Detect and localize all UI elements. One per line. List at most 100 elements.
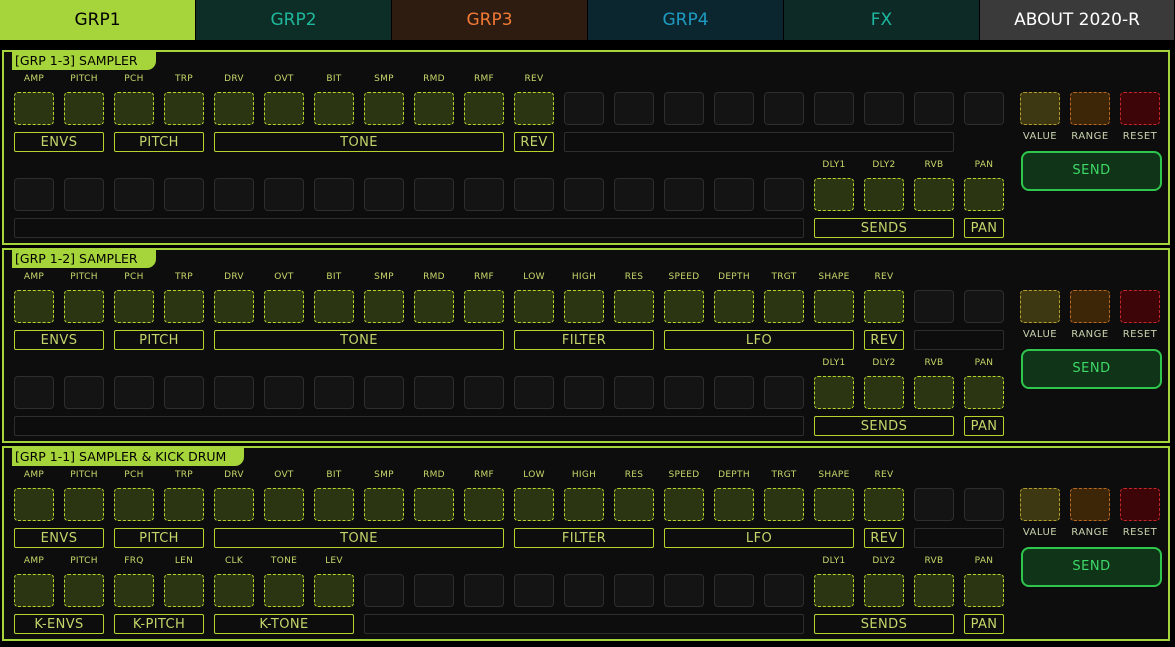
knob-amp[interactable] xyxy=(14,488,54,521)
knob-tone[interactable] xyxy=(264,574,304,607)
knob-pch[interactable] xyxy=(114,488,154,521)
knob-rvb[interactable] xyxy=(914,178,954,211)
knob-pan[interactable] xyxy=(964,574,1004,607)
knob-smp[interactable] xyxy=(364,488,404,521)
knob-smp[interactable] xyxy=(364,92,404,125)
range-button[interactable] xyxy=(1070,290,1110,323)
knob-label-dly1: DLY1 xyxy=(822,556,846,566)
send-button[interactable]: SEND xyxy=(1021,547,1162,587)
knob-trgt[interactable] xyxy=(764,290,804,323)
reset-button[interactable] xyxy=(1120,488,1160,521)
knob-rvb[interactable] xyxy=(914,376,954,409)
knob-dly1[interactable] xyxy=(814,574,854,607)
value-button[interactable] xyxy=(1020,488,1060,521)
knob-low[interactable] xyxy=(514,290,554,323)
send-button[interactable]: SEND xyxy=(1021,151,1162,191)
knob-high[interactable] xyxy=(564,290,604,323)
group-label-tone: TONE xyxy=(214,330,504,350)
knob-trp[interactable] xyxy=(164,290,204,323)
tab-grp1[interactable]: GRP1 xyxy=(0,0,195,40)
knob-shape[interactable] xyxy=(814,488,854,521)
knob-amp[interactable] xyxy=(14,92,54,125)
tab-grp2[interactable]: GRP2 xyxy=(196,0,391,40)
knob-pan[interactable] xyxy=(964,376,1004,409)
knob-bit[interactable] xyxy=(314,488,354,521)
reset-button[interactable] xyxy=(1120,92,1160,125)
knob-rmd[interactable] xyxy=(414,92,454,125)
value-button[interactable] xyxy=(1020,92,1060,125)
knob-empty xyxy=(314,376,354,409)
knob-ovt[interactable] xyxy=(264,92,304,125)
knob-drv[interactable] xyxy=(214,488,254,521)
knob-drv[interactable] xyxy=(214,92,254,125)
knob-bit[interactable] xyxy=(314,290,354,323)
group-label-pan: PAN xyxy=(964,416,1004,436)
knob-label-pch: PCH xyxy=(124,272,144,282)
knob-depth[interactable] xyxy=(714,290,754,323)
knob-clk[interactable] xyxy=(214,574,254,607)
group-label-rev: REV xyxy=(514,132,554,152)
knob-rmf[interactable] xyxy=(464,488,504,521)
knob-lev[interactable] xyxy=(314,574,354,607)
knob-depth[interactable] xyxy=(714,488,754,521)
knob-rmf[interactable] xyxy=(464,92,504,125)
knob-label-trp: TRP xyxy=(174,272,194,282)
knob-res[interactable] xyxy=(614,290,654,323)
knob-drv[interactable] xyxy=(214,290,254,323)
send-button[interactable]: SEND xyxy=(1021,349,1162,389)
knob-empty xyxy=(214,376,254,409)
knob-pitch[interactable] xyxy=(64,290,104,323)
knob-trp[interactable] xyxy=(164,488,204,521)
reset-button[interactable] xyxy=(1120,290,1160,323)
knob-amp[interactable] xyxy=(14,290,54,323)
range-button[interactable] xyxy=(1070,488,1110,521)
group-label-envs: ENVS xyxy=(14,132,104,152)
knob-dly1[interactable] xyxy=(814,178,854,211)
knob-speed[interactable] xyxy=(664,488,704,521)
knob-rvb[interactable] xyxy=(914,574,954,607)
knob-label-rmd: RMD xyxy=(423,74,445,84)
knob-empty xyxy=(764,376,804,409)
knob-res[interactable] xyxy=(614,488,654,521)
tab-fx[interactable]: FX xyxy=(784,0,979,40)
knob-pch[interactable] xyxy=(114,290,154,323)
tab-grp3[interactable]: GRP3 xyxy=(392,0,587,40)
knob-label-clk: CLK xyxy=(224,556,244,566)
knob-rmf[interactable] xyxy=(464,290,504,323)
knob-label-speed: SPEED xyxy=(668,272,700,282)
tab-grp4[interactable]: GRP4 xyxy=(588,0,783,40)
knob-rmd[interactable] xyxy=(414,488,454,521)
knob-label-amp: AMP xyxy=(23,272,45,282)
knob-rev[interactable] xyxy=(864,488,904,521)
knob-dly2[interactable] xyxy=(864,178,904,211)
tab-about-2020-r[interactable]: ABOUT 2020-R xyxy=(980,0,1174,40)
knob-dly1[interactable] xyxy=(814,376,854,409)
knob-bit[interactable] xyxy=(314,92,354,125)
knob-rev[interactable] xyxy=(864,290,904,323)
knob-frq[interactable] xyxy=(114,574,154,607)
knob-pch[interactable] xyxy=(114,92,154,125)
knob-ovt[interactable] xyxy=(264,488,304,521)
value-button[interactable] xyxy=(1020,290,1060,323)
knob-smp[interactable] xyxy=(364,290,404,323)
knob-rev[interactable] xyxy=(514,92,554,125)
knob-shape[interactable] xyxy=(814,290,854,323)
range-button[interactable] xyxy=(1070,92,1110,125)
knob-amp[interactable] xyxy=(14,574,54,607)
knob-trgt[interactable] xyxy=(764,488,804,521)
knob-len[interactable] xyxy=(164,574,204,607)
knob-pitch[interactable] xyxy=(64,92,104,125)
knob-pitch[interactable] xyxy=(64,488,104,521)
knob-pan[interactable] xyxy=(964,178,1004,211)
knob-label-shape: SHAPE xyxy=(818,470,850,480)
group-label-lfo: LFO xyxy=(664,528,854,548)
knob-high[interactable] xyxy=(564,488,604,521)
knob-dly2[interactable] xyxy=(864,376,904,409)
knob-dly2[interactable] xyxy=(864,574,904,607)
knob-ovt[interactable] xyxy=(264,290,304,323)
knob-speed[interactable] xyxy=(664,290,704,323)
knob-trp[interactable] xyxy=(164,92,204,125)
knob-low[interactable] xyxy=(514,488,554,521)
knob-pitch[interactable] xyxy=(64,574,104,607)
knob-rmd[interactable] xyxy=(414,290,454,323)
